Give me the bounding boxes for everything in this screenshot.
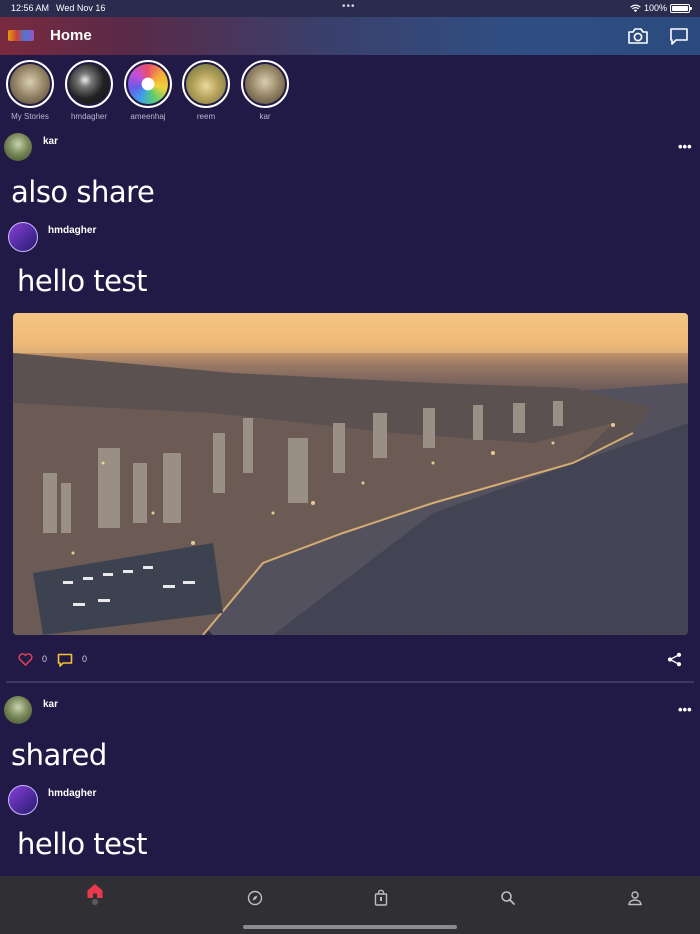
story-reem[interactable]: reem xyxy=(181,60,231,121)
more-options-icon[interactable]: ••• xyxy=(678,702,692,717)
wifi-icon xyxy=(630,4,641,12)
author-avatar[interactable] xyxy=(4,696,32,724)
status-right: 100% xyxy=(630,3,692,13)
story-avatar xyxy=(128,64,168,104)
story-label: ameenhaj xyxy=(130,112,166,121)
city-photo[interactable] xyxy=(13,313,688,635)
shared-post-text: hello test xyxy=(17,264,148,298)
comment-count: 0 xyxy=(82,654,88,664)
story-avatar xyxy=(186,64,226,104)
stories-row: My Stories hmdagher ameenhaj reem kar xyxy=(0,60,700,126)
author-avatar[interactable] xyxy=(4,133,32,161)
compass-icon[interactable] xyxy=(245,888,265,908)
battery-percent: 100% xyxy=(643,3,667,13)
status-date: Wed Nov 16 xyxy=(56,3,106,13)
story-label: My Stories xyxy=(11,112,49,121)
story-avatar xyxy=(245,64,285,104)
heart-icon[interactable] xyxy=(18,653,33,666)
chat-icon[interactable] xyxy=(668,26,690,46)
shared-author-name[interactable]: hmdagher xyxy=(48,788,96,799)
story-ameenhaj[interactable]: ameenhaj xyxy=(123,60,173,121)
share-icon[interactable] xyxy=(667,652,682,667)
story-label: reem xyxy=(196,112,216,121)
active-indicator xyxy=(92,899,98,905)
shared-post-text: hello test xyxy=(17,827,148,861)
comment-icon[interactable] xyxy=(57,653,73,667)
post-text: shared xyxy=(11,738,107,772)
multitasking-dots[interactable]: ••• xyxy=(342,1,356,12)
bottom-nav xyxy=(0,876,700,934)
post-actions: 0 0 xyxy=(0,650,700,670)
story-kar[interactable]: kar xyxy=(240,60,290,121)
more-options-icon[interactable]: ••• xyxy=(678,139,692,154)
app-logo[interactable] xyxy=(8,30,34,41)
home-indicator[interactable] xyxy=(243,925,457,929)
status-bar: 12:56 AM Wed Nov 16 ••• 100% xyxy=(0,0,700,17)
post-text: also share xyxy=(11,175,155,209)
story-label: kar xyxy=(259,112,271,121)
search-icon[interactable] xyxy=(498,888,518,908)
app-header: Home xyxy=(0,17,700,55)
bag-icon[interactable] xyxy=(371,888,391,908)
page-title: Home xyxy=(50,27,92,44)
camera-icon[interactable] xyxy=(627,26,649,46)
battery-icon xyxy=(670,3,692,13)
author-name[interactable]: kar xyxy=(43,699,58,710)
shared-author-avatar[interactable] xyxy=(8,785,38,815)
shared-author-name[interactable]: hmdagher xyxy=(48,225,96,236)
profile-icon[interactable] xyxy=(625,888,645,908)
author-name[interactable]: kar xyxy=(43,136,58,147)
like-count: 0 xyxy=(42,654,48,664)
story-my-stories[interactable]: My Stories xyxy=(5,60,55,121)
story-label: hmdagher xyxy=(70,112,108,121)
post-divider xyxy=(6,681,694,683)
story-avatar xyxy=(69,64,109,104)
story-avatar xyxy=(10,64,50,104)
shared-author-avatar[interactable] xyxy=(8,222,38,252)
status-time: 12:56 AM xyxy=(11,3,50,13)
home-icon[interactable] xyxy=(85,881,105,901)
story-hmdagher[interactable]: hmdagher xyxy=(64,60,114,121)
